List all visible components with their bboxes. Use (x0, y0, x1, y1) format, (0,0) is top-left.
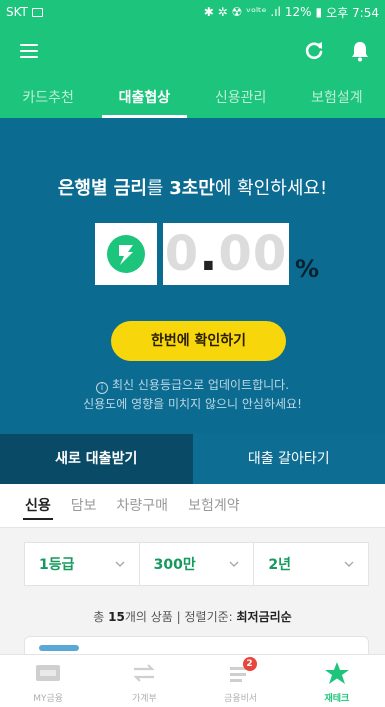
nav-household-ledger[interactable]: 가계부 (96, 655, 192, 707)
loan-term-value: 2년 (268, 557, 291, 573)
hero-headline: 은행별 금리를 3초만에 확인하세요! (0, 174, 385, 200)
bank-logo (39, 645, 79, 651)
loan-type-tabs: 신용 담보 차량구매 보험계약 (0, 484, 385, 528)
bell-icon[interactable] (348, 39, 372, 63)
notice-text-1: 최신 신용등급으로 업데이트합니다. (111, 378, 290, 392)
rate-check-hero: 은행별 금리를 3초만에 확인하세요! 0. 00 % 한번에 확인하기 i 최신 … (0, 118, 385, 434)
loan-amount-select[interactable]: 300만 (140, 543, 255, 585)
credit-grade-select[interactable]: 1등급 (25, 543, 140, 585)
tab-refinance-loan[interactable]: 대출 갈아타기 (192, 434, 385, 484)
percent-sign: % (295, 255, 320, 283)
info-icon: i (95, 382, 108, 394)
brand-logo (95, 223, 157, 285)
filter-bar: 1등급 300만 2년 (24, 542, 369, 586)
status-right: ✱ ✲ ☢ ᵛᵒˡᵗᵉ .ıl 12% ▮ 오후 7:54 (204, 4, 379, 21)
loan-term-select[interactable]: 2년 (254, 543, 368, 585)
product-count: 15 (108, 610, 125, 624)
interest-rate-value: 0. 00 (163, 223, 289, 285)
check-rates-button[interactable]: 한번에 확인하기 (111, 321, 286, 361)
rate-decimal-point: . (199, 226, 219, 282)
tab-car-loan[interactable]: 차량구매 (117, 484, 169, 528)
clock: 오후 7:54 (326, 5, 379, 20)
headline-part-4: 에 확인하세요! (214, 178, 328, 199)
rate-fraction: 00 (218, 226, 288, 282)
results-area: 1등급 300만 2년 총 15개의 상품 | 정렬기준: 최저금리순 (0, 528, 385, 660)
chevron-down-icon (229, 561, 239, 567)
nav-label-household-ledger: 가계부 (131, 694, 157, 704)
tab-insurance-loan[interactable]: 보험계약 (188, 484, 240, 528)
transfer-arrows-icon (133, 664, 156, 682)
battery-icon: ▮ (315, 5, 323, 19)
bottom-navigation: MY금융 가계부 2 금융비서 재테크 (0, 654, 385, 707)
headline-part-1: 은행별 금리 (57, 178, 147, 199)
headline-part-3: 3초만 (169, 178, 215, 199)
notification-badge: 2 (242, 657, 257, 671)
wallet-icon (36, 665, 61, 681)
app-bar (0, 24, 385, 80)
image-notification-icon (31, 7, 43, 17)
refresh-icon[interactable] (302, 39, 326, 63)
carrier-label: SKT (6, 5, 28, 19)
nav-label-investment: 재테크 (324, 694, 350, 704)
tab-insurance-design[interactable]: 보험설계 (289, 80, 385, 118)
notice-text-2: 신용도에 영향을 미치지 않으니 안심하세요! (83, 397, 302, 411)
summary-middle: 개의 상품 | 정렬기준: (124, 610, 237, 624)
chevron-down-icon (344, 561, 354, 567)
result-summary: 총 15개의 상품 | 정렬기준: 최저금리순 (0, 608, 385, 625)
tab-secured-loan[interactable]: 담보 (71, 484, 97, 528)
nav-my-finance[interactable]: MY금융 (0, 655, 96, 707)
notice-line-1: i 최신 신용등급으로 업데이트합니다. (0, 376, 385, 395)
credit-grade-value: 1등급 (39, 557, 75, 573)
tab-card-recommend[interactable]: 카드추천 (0, 80, 96, 118)
status-indicators: ✱ ✲ ☢ ᵛᵒˡᵗᵉ .ıl (203, 5, 281, 19)
tab-credit-management[interactable]: 신용관리 (193, 80, 289, 118)
summary-prefix: 총 (93, 610, 109, 624)
hamburger-menu-icon[interactable] (20, 44, 38, 60)
status-left: SKT (6, 5, 43, 19)
nav-finance-secretary[interactable]: 2 금융비서 (193, 655, 289, 707)
credit-notice: i 최신 신용등급으로 업데이트합니다. 신용도에 영향을 미치지 않으니 안심하… (0, 376, 385, 414)
loan-amount-value: 300만 (153, 557, 196, 573)
tab-credit-loan[interactable]: 신용 (23, 484, 53, 528)
tab-new-loan[interactable]: 새로 대출받기 (0, 434, 193, 484)
nav-label-my-finance: MY금융 (33, 694, 64, 704)
rate-display: 0. 00 % (95, 223, 319, 285)
loan-mode-tabs: 새로 대출받기 대출 갈아타기 (0, 434, 385, 484)
headline-part-2: 를 (146, 178, 170, 199)
battery-level: 12% (284, 5, 312, 19)
star-icon (324, 662, 349, 684)
top-tab-bar: 카드추천 대출협상 신용관리 보험설계 (0, 80, 385, 118)
sort-criterion[interactable]: 최저금리순 (237, 610, 292, 624)
chevron-down-icon (115, 561, 125, 567)
nav-label-finance-secretary: 금융비서 (224, 694, 258, 704)
tab-loan-negotiation[interactable]: 대출협상 (96, 80, 192, 118)
rate-integer: 0 (164, 226, 200, 282)
brand-logo-icon (107, 235, 145, 273)
nav-investment[interactable]: 재테크 (289, 655, 385, 707)
status-bar: SKT ✱ ✲ ☢ ᵛᵒˡᵗᵉ .ıl 12% ▮ 오후 7:54 (0, 0, 385, 24)
